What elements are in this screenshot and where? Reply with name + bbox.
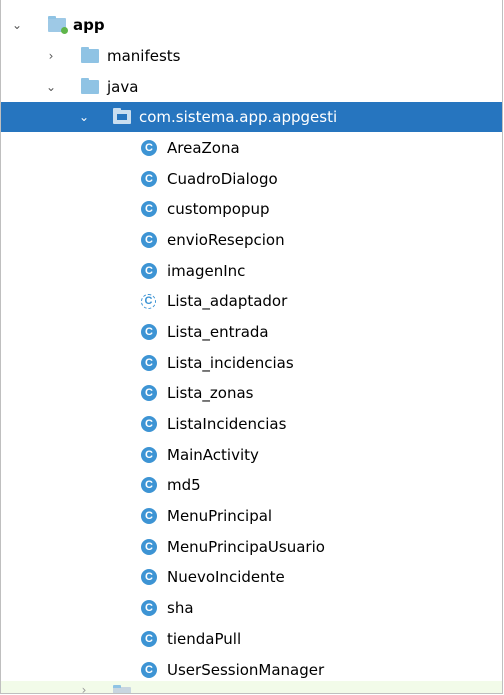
class-icon: C [141, 662, 157, 678]
tree-node-label: MainActivity [167, 446, 259, 464]
tree-node-partial[interactable]: › [1, 681, 502, 693]
chevron-right-icon[interactable]: › [44, 49, 58, 63]
tree-node-class[interactable]: C NuevoIncidente [1, 562, 502, 592]
tree-node-class[interactable]: C md5 [1, 470, 502, 500]
tree-node-package[interactable]: ⌄ com.sistema.app.appgesti [1, 102, 502, 132]
class-icon: C [141, 201, 157, 217]
tree-node-label: com.sistema.app.appgesti [139, 108, 338, 126]
tree-node-class[interactable]: C MenuPrincipaUsuario [1, 532, 502, 562]
abstract-class-icon: C [141, 293, 156, 309]
tree-node-class[interactable]: C Lista_zonas [1, 378, 502, 408]
class-icon: C [141, 569, 157, 585]
tree-node-label: UserSessionManager [167, 661, 325, 679]
tree-node-label: Lista_zonas [167, 384, 254, 402]
class-icon: C [141, 447, 157, 463]
tree-node-app[interactable]: ⌄ app [1, 10, 502, 40]
project-tree: ⌄ app › manifests ⌄ java ⌄ com.sistema.a… [0, 0, 503, 694]
tree-node-label: Lista_incidencias [167, 354, 294, 372]
class-icon: C [141, 355, 157, 371]
class-icon: C [141, 477, 157, 493]
tree-node-label: Lista_adaptador [167, 292, 288, 310]
tree-node-label: imagenInc [167, 262, 246, 280]
tree-node-manifests[interactable]: › manifests [1, 41, 502, 71]
class-icon: C [141, 140, 157, 156]
tree-node-label: sha [167, 599, 194, 617]
class-icon: C [141, 324, 157, 340]
class-icon: C [141, 232, 157, 248]
tree-node-label: envioResepcion [167, 231, 285, 249]
tree-node-class[interactable]: C envioResepcion [1, 225, 502, 255]
class-icon: C [141, 539, 157, 555]
tree-node-class[interactable]: C custompopup [1, 194, 502, 224]
tree-node-class[interactable]: C ListaIncidencias [1, 409, 502, 439]
tree-node-label: java [107, 78, 139, 96]
module-folder-icon [48, 16, 68, 34]
tree-node-class[interactable]: C Lista_entrada [1, 317, 502, 347]
tree-node-class[interactable]: C tiendaPull [1, 624, 502, 654]
class-icon: C [141, 631, 157, 647]
folder-icon [113, 685, 131, 693]
folder-icon [81, 47, 99, 63]
tree-node-label: AreaZona [167, 139, 240, 157]
tree-node-label: ListaIncidencias [167, 415, 287, 433]
class-icon: C [141, 508, 157, 524]
tree-node-class[interactable]: C Lista_adaptador [1, 286, 502, 316]
tree-node-class[interactable]: C sha [1, 593, 502, 623]
tree-node-java[interactable]: ⌄ java [1, 72, 502, 102]
class-icon: C [141, 600, 157, 616]
tree-node-label: MenuPrincipal [167, 507, 273, 525]
folder-icon [81, 78, 99, 94]
chevron-down-icon[interactable]: ⌄ [44, 80, 58, 94]
tree-node-label: CuadroDialogo [167, 170, 278, 188]
tree-node-label: tiendaPull [167, 630, 242, 648]
tree-node-label: NuevoIncidente [167, 568, 285, 586]
tree-node-class[interactable]: C MainActivity [1, 440, 502, 470]
tree-node-label: md5 [167, 476, 201, 494]
class-icon: C [141, 171, 157, 187]
tree-node-label: custompopup [167, 200, 270, 218]
tree-node-label: app [73, 16, 105, 34]
tree-node-class[interactable]: C imagenInc [1, 256, 502, 286]
chevron-down-icon[interactable]: ⌄ [10, 18, 24, 32]
tree-node-class[interactable]: C Lista_incidencias [1, 348, 502, 378]
package-icon [113, 108, 131, 124]
class-icon: C [141, 263, 157, 279]
tree-node-label: MenuPrincipaUsuario [167, 538, 325, 556]
chevron-down-icon[interactable]: ⌄ [77, 110, 91, 124]
class-icon: C [141, 416, 157, 432]
tree-node-class[interactable]: C CuadroDialogo [1, 164, 502, 194]
tree-node-label: Lista_entrada [167, 323, 269, 341]
tree-node-class[interactable]: C MenuPrincipal [1, 501, 502, 531]
tree-node-class[interactable]: C AreaZona [1, 133, 502, 163]
tree-node-label: manifests [107, 47, 181, 65]
chevron-right-icon[interactable]: › [77, 683, 91, 693]
class-icon: C [141, 385, 157, 401]
